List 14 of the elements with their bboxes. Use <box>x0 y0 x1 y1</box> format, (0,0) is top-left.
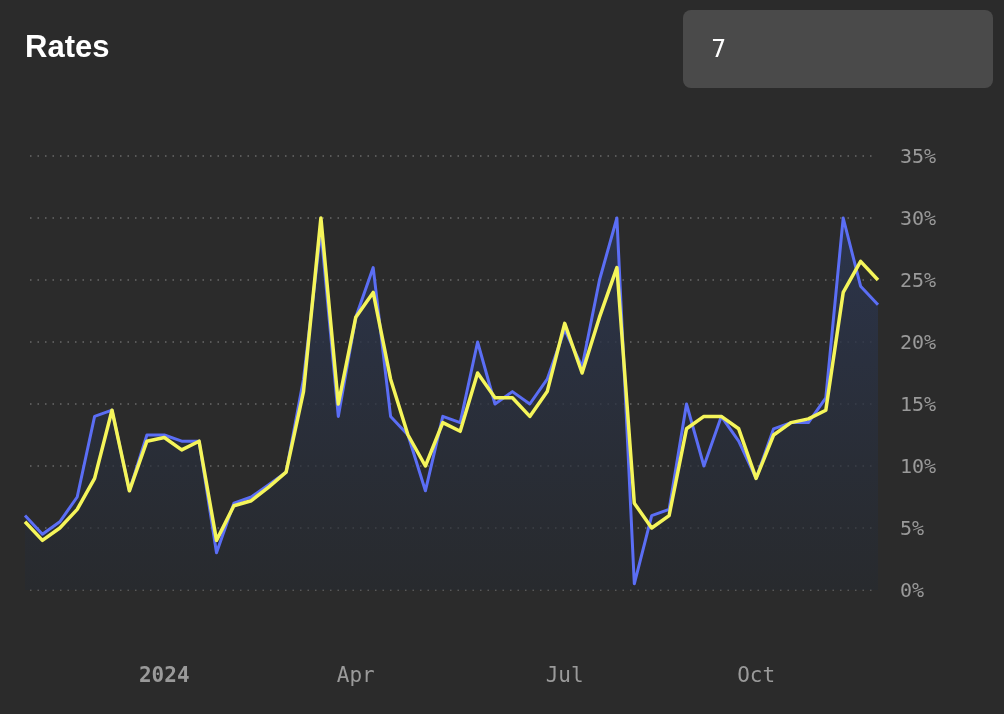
axis-label: Apr <box>336 663 375 687</box>
axis-label: Jul <box>545 663 584 687</box>
axis-label: 25% <box>900 268 937 292</box>
axis-label: 35% <box>900 144 937 168</box>
axis-label: 20% <box>900 330 937 354</box>
page-title: Rates <box>25 29 110 65</box>
axis-label: Oct <box>737 663 776 687</box>
number-input[interactable]: 7 <box>683 10 993 88</box>
axis-label: 15% <box>900 392 937 416</box>
axis-label: 0% <box>900 578 925 602</box>
axis-label: 30% <box>900 206 937 230</box>
axis-label: 5% <box>900 516 925 540</box>
axis-label: 10% <box>900 454 937 478</box>
axis-label: 2024 <box>139 663 190 687</box>
